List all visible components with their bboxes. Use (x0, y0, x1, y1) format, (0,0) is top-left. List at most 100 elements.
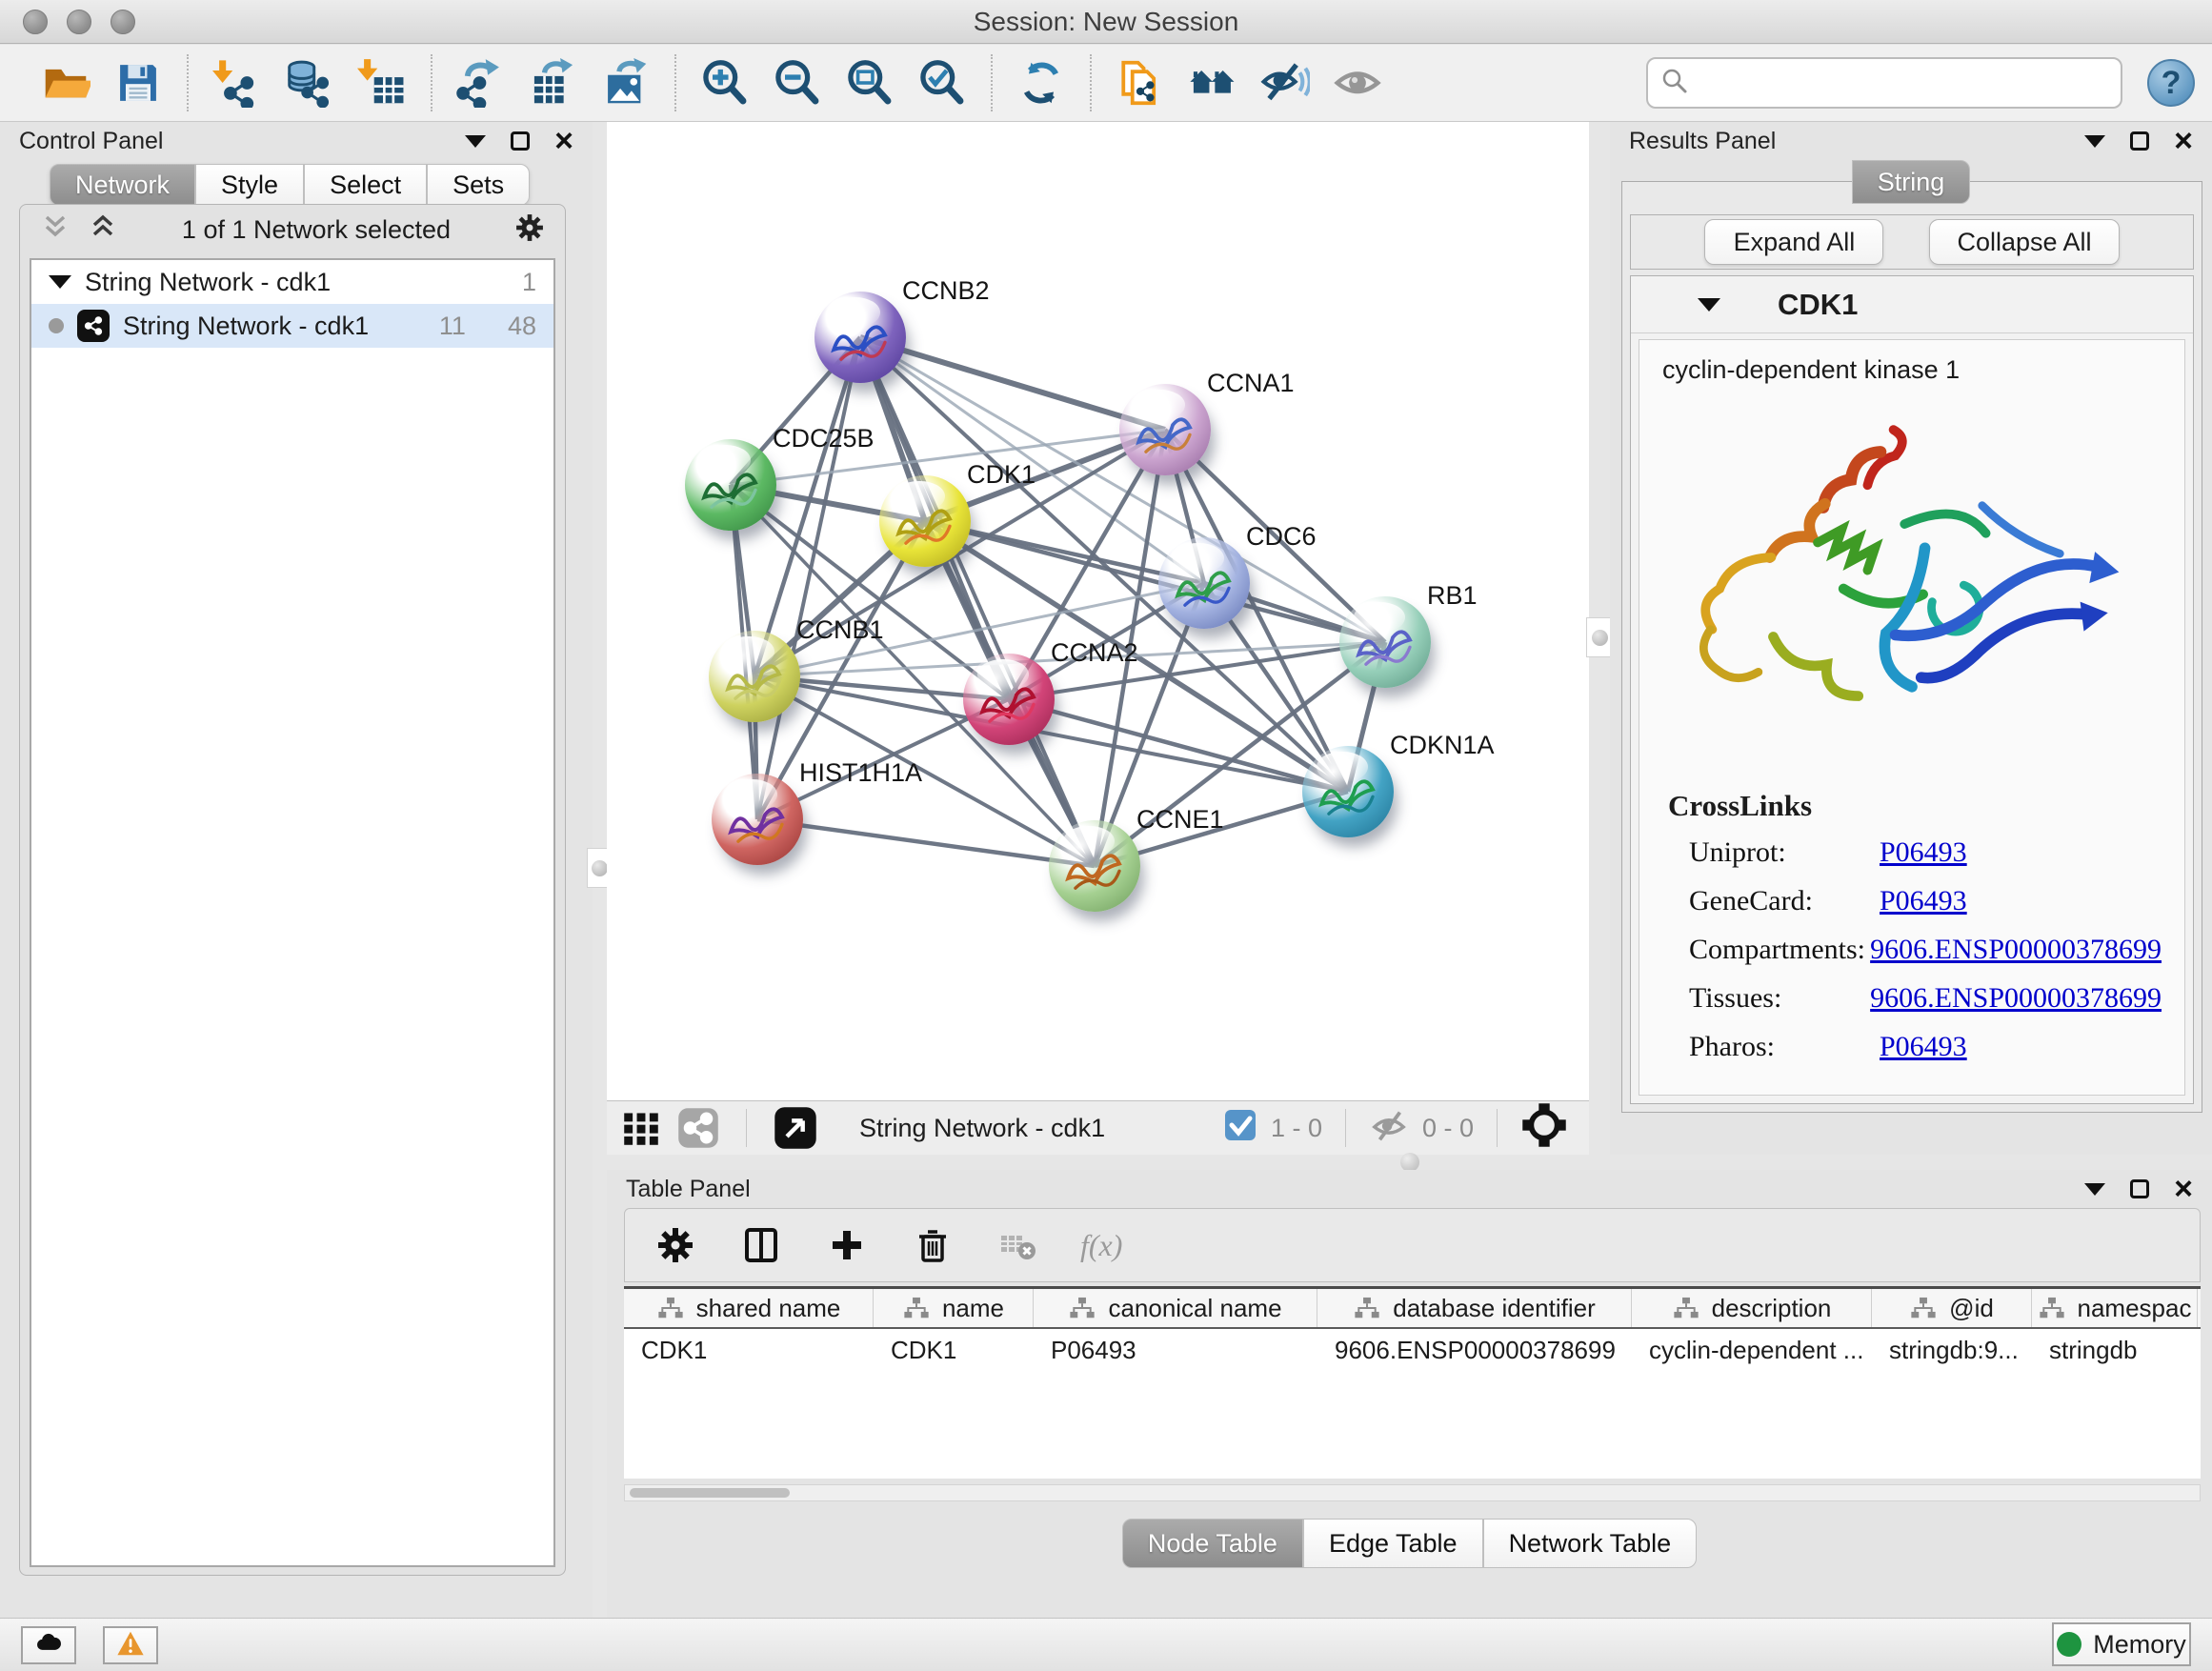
table-cell[interactable]: P06493 (1034, 1336, 1317, 1365)
show-all-button[interactable] (1328, 55, 1387, 111)
export-network-button[interactable] (452, 55, 511, 111)
node-CCNA1[interactable] (1119, 384, 1211, 475)
table-horizontal-scrollbar[interactable] (624, 1484, 2201, 1501)
node-CCNB2[interactable] (814, 292, 906, 383)
tab-network[interactable]: Network (50, 164, 195, 206)
gene-section-header[interactable]: CDK1 (1631, 276, 2193, 333)
node-CDK1[interactable] (879, 475, 971, 567)
table-row[interactable]: CDK1CDK1P064939606.ENSP00000378699cyclin… (624, 1329, 2201, 1371)
column-header-shared-name[interactable]: shared name (624, 1289, 874, 1327)
import-table-file-button[interactable] (352, 55, 412, 111)
copy-network-button[interactable] (1111, 55, 1170, 111)
float-panel-icon[interactable] (2084, 1183, 2105, 1196)
maximize-panel-icon[interactable] (2130, 131, 2149, 151)
node-CDC6[interactable] (1158, 537, 1250, 629)
tab-sets[interactable]: Sets (427, 164, 530, 206)
cloud-status-button[interactable] (21, 1626, 76, 1664)
results-splitter-handle[interactable] (1586, 617, 1613, 657)
collapse-all-button[interactable]: Collapse All (1929, 219, 2119, 265)
refresh-layout-button[interactable] (1012, 55, 1071, 111)
table-cell[interactable]: CDK1 (874, 1336, 1034, 1365)
import-network-database-button[interactable] (280, 55, 339, 111)
expand-all-button[interactable]: Expand All (1704, 219, 1883, 265)
edge-CCNB2-HIST1H1A[interactable] (757, 337, 860, 819)
hide-selected-button[interactable] (1256, 55, 1315, 111)
maximize-panel-icon[interactable] (2130, 1179, 2149, 1198)
table-cell[interactable]: stringdb:9... (1872, 1336, 2032, 1365)
zoom-in-button[interactable] (695, 55, 754, 111)
node-CDC25B[interactable] (685, 439, 776, 531)
network-collection-row[interactable]: String Network - cdk1 1 (31, 260, 553, 304)
node-RB1[interactable] (1339, 596, 1431, 688)
tab-style[interactable]: Style (195, 164, 304, 206)
tab-network-table[interactable]: Network Table (1483, 1519, 1698, 1568)
table-cell[interactable]: 9606.ENSP00000378699 (1317, 1336, 1632, 1365)
close-panel-icon[interactable]: × (2174, 131, 2193, 151)
collapse-all-tree-icon[interactable] (39, 211, 71, 249)
node-CDKN1A[interactable] (1302, 746, 1394, 837)
close-panel-icon[interactable]: × (2174, 1179, 2193, 1198)
table-cell[interactable]: cyclin-dependent ... (1632, 1336, 1872, 1365)
node-HIST1H1A[interactable] (712, 774, 803, 865)
float-panel-icon[interactable] (465, 135, 486, 148)
open-session-button[interactable] (36, 55, 95, 111)
selected-checkbox-icon[interactable] (1223, 1108, 1257, 1149)
export-table-button[interactable] (524, 55, 583, 111)
maximize-panel-icon[interactable] (511, 131, 530, 151)
column-header-canonical-name[interactable]: canonical name (1034, 1289, 1317, 1327)
search-box[interactable] (1646, 57, 2122, 109)
birds-eye-view-icon[interactable] (774, 1106, 817, 1150)
crosslink-link[interactable]: 9606.ENSP00000378699 (1870, 934, 2162, 966)
tab-node-table[interactable]: Node Table (1122, 1519, 1303, 1568)
column-header-name[interactable]: name (874, 1289, 1034, 1327)
column-header-@id[interactable]: @id (1872, 1289, 2032, 1327)
column-header-description[interactable]: description (1632, 1289, 1872, 1327)
network-view-mode-icon[interactable] (677, 1107, 719, 1149)
crosslink-link[interactable]: P06493 (1880, 836, 1967, 869)
results-splitter[interactable] (1589, 122, 1610, 1155)
table-cell[interactable]: stringdb (2032, 1336, 2198, 1365)
add-column-icon[interactable] (823, 1221, 871, 1269)
table-settings-gear-icon[interactable] (652, 1221, 699, 1269)
show-column-panel-icon[interactable] (737, 1221, 785, 1269)
crosslink-link[interactable]: 9606.ENSP00000378699 (1870, 982, 2162, 1015)
hidden-eye-icon[interactable] (1369, 1105, 1409, 1152)
expand-all-tree-icon[interactable] (87, 211, 119, 249)
network-options-gear-icon[interactable] (513, 211, 546, 249)
column-header-database-identifier[interactable]: database identifier (1317, 1289, 1632, 1327)
zoom-out-button[interactable] (768, 55, 827, 111)
tab-string[interactable]: String (1852, 160, 1971, 204)
crosslink-link[interactable]: P06493 (1880, 1031, 1967, 1063)
left-splitter[interactable] (593, 122, 607, 1618)
grid-view-icon[interactable] (622, 1109, 660, 1147)
network-canvas[interactable]: CCNB2 CCNA1 CDC25B CDK1 CDC6 RB1 CCNB1 C… (607, 122, 1589, 1100)
warnings-button[interactable] (103, 1626, 158, 1664)
delete-column-trash-icon[interactable] (909, 1221, 956, 1269)
node-CCNE1[interactable] (1049, 820, 1140, 912)
node-CCNB1[interactable] (709, 631, 800, 722)
column-header-namespac[interactable]: namespac (2032, 1289, 2198, 1327)
search-input[interactable] (1698, 69, 2107, 98)
collapse-section-icon[interactable] (1698, 298, 1720, 312)
scrollbar-thumb[interactable] (630, 1488, 790, 1498)
close-panel-icon[interactable]: × (554, 131, 573, 151)
help-button[interactable]: ? (2147, 59, 2195, 107)
table-splitter[interactable] (607, 1155, 2212, 1170)
tab-select[interactable]: Select (304, 164, 427, 206)
collapse-icon[interactable] (49, 275, 71, 289)
export-image-button[interactable] (596, 55, 655, 111)
save-session-button[interactable] (109, 55, 168, 111)
zoom-selected-button[interactable] (913, 55, 972, 111)
table-cell[interactable]: CDK1 (624, 1336, 874, 1365)
crosslink-link[interactable]: P06493 (1880, 885, 1967, 917)
float-panel-icon[interactable] (2084, 135, 2105, 148)
table-splitter-handle[interactable] (1400, 1153, 1419, 1172)
node-CCNA2[interactable] (963, 654, 1055, 745)
zoom-fit-button[interactable] (840, 55, 899, 111)
edge-CCNB2-CCNA1[interactable] (860, 337, 1165, 430)
reset-view-crosshair-icon[interactable] (1520, 1101, 1568, 1156)
import-network-file-button[interactable] (208, 55, 267, 111)
tab-edge-table[interactable]: Edge Table (1303, 1519, 1483, 1568)
edge-HIST1H1A-CCNE1[interactable] (757, 819, 1095, 866)
edge-CDK1-RB1[interactable] (925, 521, 1385, 642)
